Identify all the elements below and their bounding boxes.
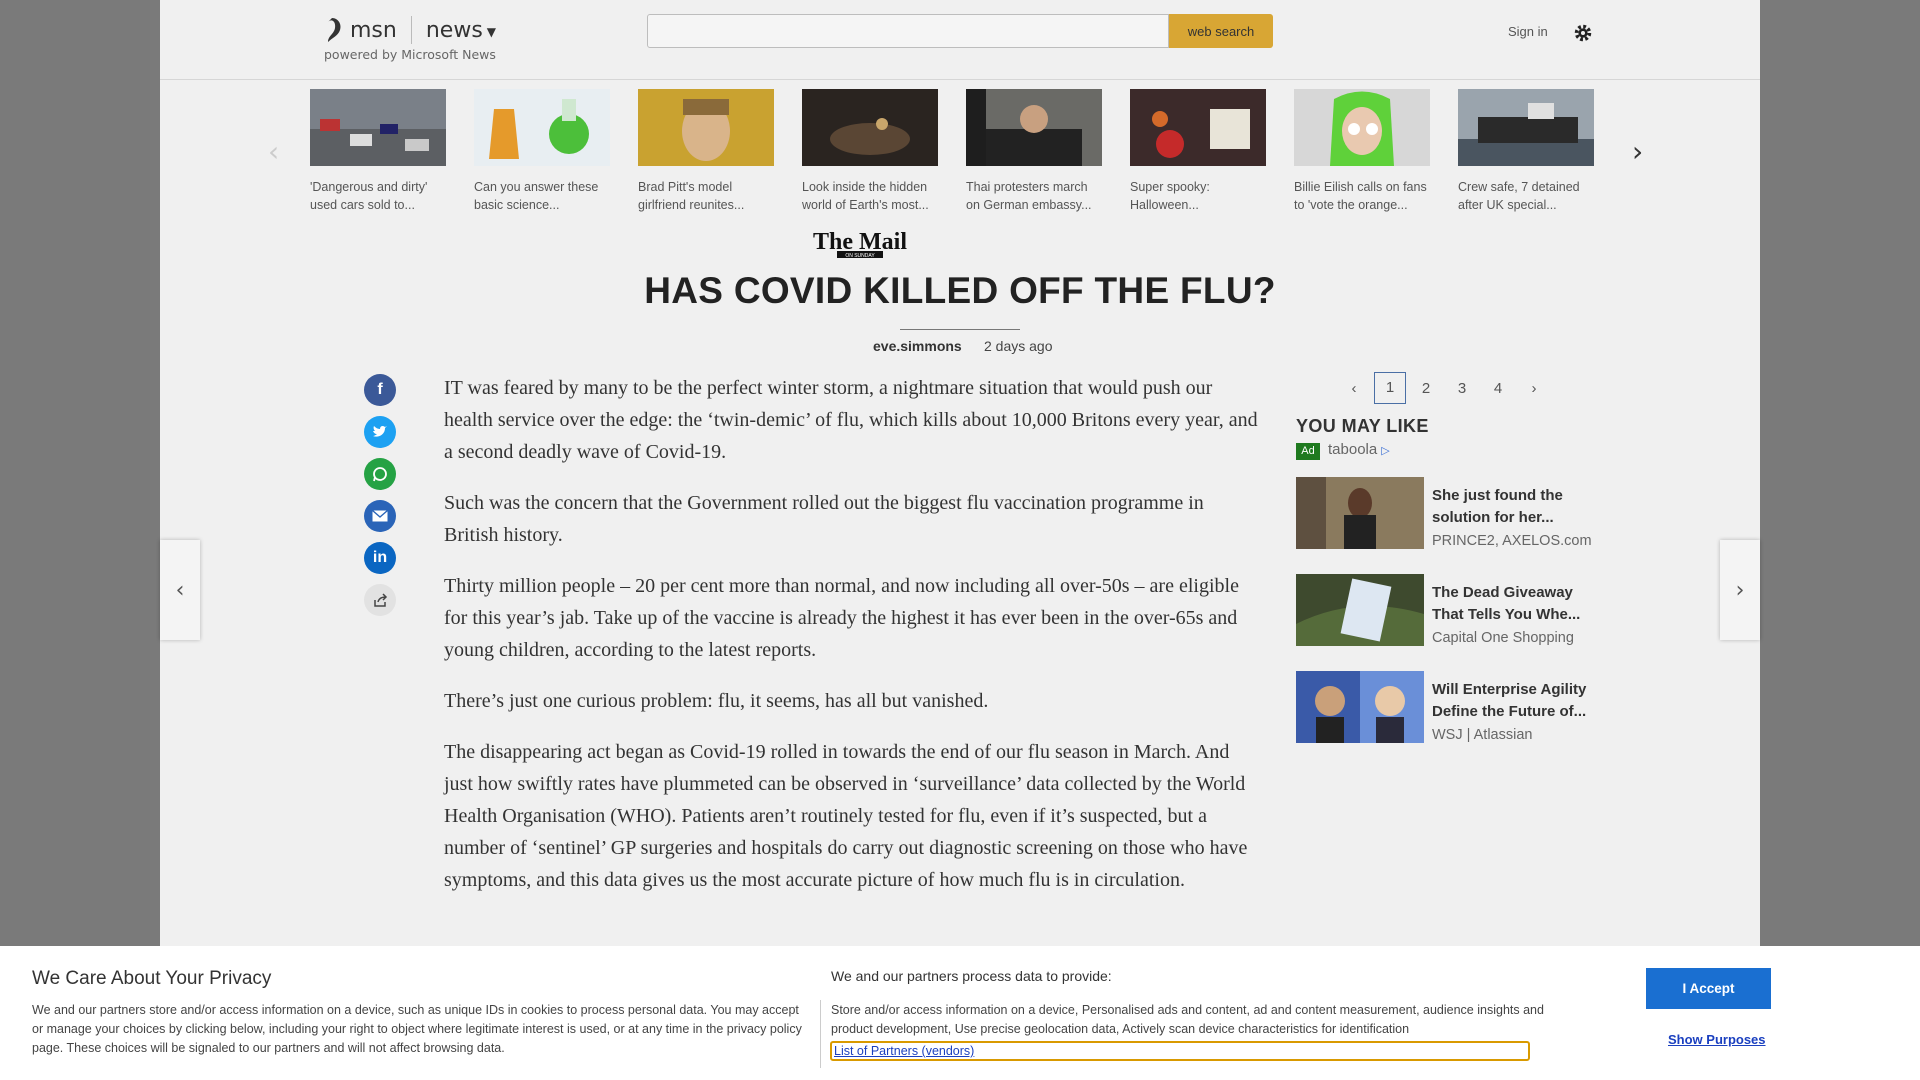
promo-image [1296,477,1424,549]
source-logo[interactable]: The Mail ON SUNDAY [785,228,935,260]
promo-title: She just found the solution for her... [1432,487,1563,526]
consent-title: We Care About Your Privacy [32,968,272,989]
page: msn news ▼ powered by Microsoft News web… [160,0,1760,1080]
article-paragraph: The disappearing act began as Covid-19 r… [444,741,1248,891]
tile-image [1458,89,1594,166]
promo-source: Capital One Shopping [1432,630,1574,646]
sign-in-link[interactable]: Sign in [1508,24,1548,39]
carousel-tile[interactable]: 'Dangerous and dirty' used cars sold to.… [310,89,446,214]
partners-link[interactable]: List of Partners (vendors) [830,1041,1530,1061]
search-input[interactable] [647,14,1169,48]
email-icon[interactable] [364,500,396,532]
consent-purposes-text: Store and/or access information on a dev… [831,1003,1544,1036]
privacy-consent-banner: We Care About Your Privacy We and our pa… [0,946,1920,1080]
site-header: msn news ▼ powered by Microsoft News web… [160,0,1760,80]
article-time: 2 days ago [984,338,1053,354]
gear-icon[interactable] [1572,22,1594,44]
next-article-button[interactable]: › [1720,540,1760,640]
show-purposes-link[interactable]: Show Purposes [1668,1032,1766,1047]
consent-description: We and our partners store and/or access … [32,1003,802,1055]
carousel-prev-icon[interactable]: ‹ [268,135,279,168]
tile-image [474,89,610,166]
tile-image [638,89,774,166]
carousel-tile[interactable]: Brad Pitt's model girlfriend reunites... [638,89,774,214]
article-paragraph: Thirty million people – 20 per cent more… [444,575,1239,661]
twitter-icon[interactable] [364,416,396,448]
pager-page[interactable]: 2 [1408,380,1444,397]
promo-title: Will Enterprise Agility Define the Futur… [1432,681,1587,720]
promo-title: The Dead Giveaway That Tells You Whe... [1432,584,1581,623]
chevron-right-icon: › [1735,577,1745,603]
rail-pager: ‹ 1 2 3 4 › [1336,372,1552,404]
carousel-tile[interactable]: Can you answer these basic science... [474,89,610,214]
facebook-icon[interactable]: f [364,374,396,406]
pager-next-icon[interactable]: › [1516,380,1552,397]
accept-button[interactable]: I Accept [1646,968,1771,1009]
promo-source: PRINCE2, AXELOS.com [1432,533,1592,549]
promo-source: WSJ | Atlassian [1432,727,1533,743]
chevron-down-icon[interactable]: ▼ [487,25,496,39]
carousel-tile[interactable]: Look inside the hidden world of Earth's … [802,89,938,214]
promo-image [1296,574,1424,646]
consent-divider [820,1000,821,1068]
tile-image [1294,89,1430,166]
whatsapp-icon[interactable] [364,458,396,490]
sponsor-name: taboola [1328,441,1378,458]
article-author[interactable]: eve.simmons [873,338,962,354]
tile-caption: Super spooky: Halloween... [1130,180,1210,212]
article-paragraph: Such was the concern that the Government… [444,492,1204,546]
tile-image [1130,89,1266,166]
linkedin-icon[interactable]: in [364,542,396,574]
share-icon[interactable] [364,584,396,616]
tile-caption: Look inside the hidden world of Earth's … [802,180,929,212]
svg-text:ON SUNDAY: ON SUNDAY [845,253,875,259]
carousel-tile[interactable]: Billie Eilish calls on fans to 'vote the… [1294,89,1430,214]
article-paragraph: There’s just one curious problem: flu, i… [444,690,989,712]
tile-image [966,89,1102,166]
article-paragraph: IT was feared by many to be the perfect … [444,377,1258,463]
tile-caption: Brad Pitt's model girlfriend reunites... [638,180,745,212]
carousel-tile[interactable]: Super spooky: Halloween... [1130,89,1266,214]
carousel-tile[interactable]: Thai protesters march on German embassy.… [966,89,1102,214]
pager-page[interactable]: 3 [1444,380,1480,397]
headline-rule [900,329,1020,330]
tile-caption: 'Dangerous and dirty' used cars sold to.… [310,180,428,212]
web-search-button[interactable]: web search [1169,14,1273,48]
carousel-tile[interactable]: Crew safe, 7 detained after UK special..… [1458,89,1594,214]
consent-purposes-heading: We and our partners process data to prov… [831,968,1112,984]
tile-image [310,89,446,166]
promo-image [1296,671,1424,743]
msn-logo[interactable]: msn news ▼ [324,16,496,44]
tile-image [802,89,938,166]
tile-caption: Can you answer these basic science... [474,180,599,212]
ad-badge: Ad [1296,443,1320,460]
adchoices-icon[interactable]: ▷ [1381,445,1389,457]
prev-article-button[interactable]: ‹ [160,540,200,640]
chevron-left-icon: ‹ [175,577,185,603]
tile-caption: Thai protesters march on German embassy.… [966,180,1092,212]
brand-name: msn [350,17,397,43]
article-headline: HAS COVID KILLED OFF THE FLU? [644,270,1276,311]
you-may-like-heading: YOU MAY LIKE [1296,416,1429,436]
pager-page[interactable]: 4 [1480,380,1516,397]
section-name[interactable]: news [426,18,483,43]
powered-by: powered by Microsoft News [324,47,496,62]
pager-page[interactable]: 1 [1374,372,1406,404]
msn-butterfly-icon [328,18,341,42]
carousel-next-icon[interactable]: › [1632,135,1643,168]
article-body: IT was feared by many to be the perfect … [444,372,1260,915]
tile-caption: Billie Eilish calls on fans to 'vote the… [1294,180,1427,212]
taboola-link[interactable]: taboola ▷ [1328,441,1390,458]
tile-caption: Crew safe, 7 detained after UK special..… [1458,180,1580,212]
logo-divider [410,16,412,44]
pager-prev-icon[interactable]: ‹ [1336,380,1372,397]
